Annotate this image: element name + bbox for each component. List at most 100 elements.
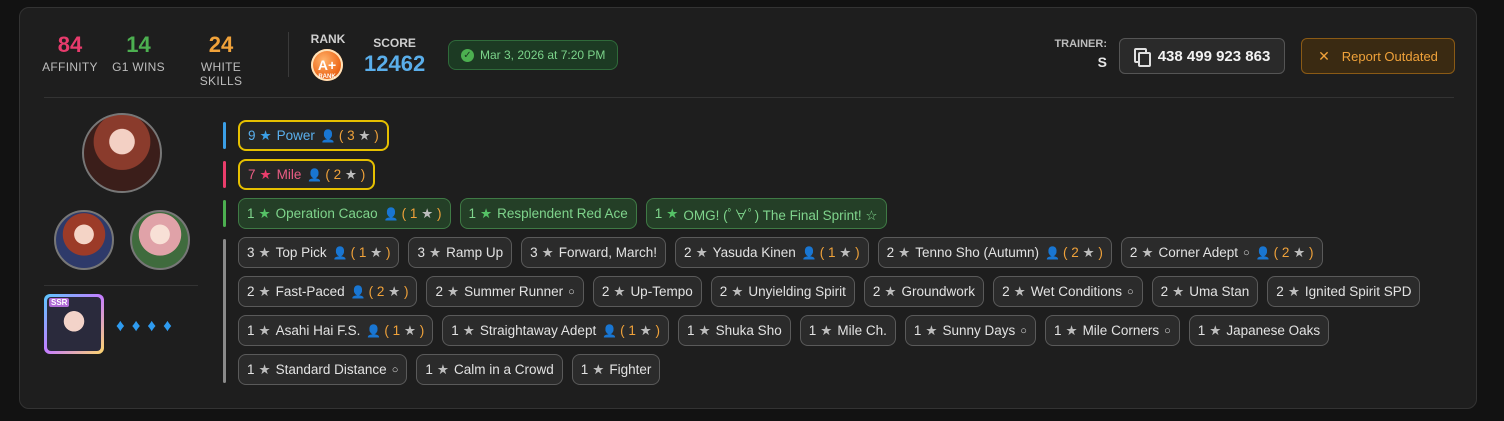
copy-trainer-id-button[interactable]: 438 499 923 863 — [1119, 38, 1285, 74]
support-card-image[interactable]: SSR — [44, 294, 104, 354]
score-value: 12462 — [364, 51, 426, 76]
parent-avatar-2[interactable] — [130, 210, 190, 270]
person-icon: 👤 — [602, 323, 618, 338]
star-icon: ★ — [447, 283, 460, 299]
parent-spark-count: ( 1 ★ ) — [819, 244, 860, 260]
spark-name: OMG! (ﾟ∀ﾟ) The Final Sprint! ☆ — [683, 207, 878, 223]
spark-chip[interactable]: 2 ★ Tenno Sho (Autumn) 👤( 2 ★ ) — [877, 237, 1112, 268]
star-icon: ★ — [1141, 244, 1154, 260]
spark-name: Unyielding Spirit — [748, 284, 846, 299]
spark-name: Tenno Sho (Autumn) — [915, 245, 1040, 260]
spark-chip[interactable]: 2 ★ Corner Adept ○ 👤( 2 ★ ) — [1120, 237, 1323, 268]
spark-chip[interactable]: 1 ★ Operation Cacao 👤( 1 ★ ) — [238, 198, 451, 229]
spark-stars-count: 2 — [719, 284, 728, 299]
parent-spark-count: ( 2 ★ ) — [1062, 244, 1103, 260]
spark-stars-count: 1 — [247, 206, 255, 221]
star-icon: ★ — [258, 322, 271, 338]
spark-stars-count: 2 — [1160, 284, 1169, 299]
check-circle-icon: ✓ — [461, 48, 474, 62]
star-icon: ★ — [421, 205, 434, 221]
spark-chip[interactable]: 1 ★ Asahi Hai F.S. 👤( 1 ★ ) — [238, 315, 434, 346]
limit-break-diamonds: ♦ ♦ ♦ ♦ — [116, 316, 172, 336]
white-skills-value: 24 — [208, 32, 234, 57]
circle-icon: ○ — [1126, 285, 1134, 298]
spark-name: Fighter — [609, 362, 652, 377]
report-outdated-button[interactable]: ✕ Report Outdated — [1301, 38, 1455, 74]
card-header: 84 AFFINITY 14 G1 WINS 24 WHITE SKILLS R… — [20, 8, 1476, 98]
parent-spark-count: ( 2 ★ ) — [1273, 244, 1314, 260]
spark-chip[interactable]: 3 ★ Ramp Up — [408, 237, 513, 268]
spark-chip[interactable]: 2 ★ Summer Runner ○ — [426, 276, 584, 307]
spark-chip[interactable]: 1 ★ Standard Distance ○ — [238, 354, 408, 385]
spark-name: Operation Cacao — [275, 206, 378, 221]
spark-chip[interactable]: 1 ★ Sunny Days ○ — [904, 315, 1036, 346]
spark-chip[interactable]: 2 ★ Ignited Spirit SPD — [1267, 276, 1421, 307]
diamond-icon: ♦ — [131, 316, 141, 335]
spark-name: Corner Adept — [1158, 245, 1239, 260]
person-icon: 👤 — [1255, 245, 1271, 260]
spark-chip[interactable]: 1 ★ Japanese Oaks — [1188, 315, 1330, 346]
spark-stars-count: 3 — [417, 245, 425, 260]
spark-stars-count: 1 — [1197, 323, 1206, 338]
spark-chip[interactable]: 2 ★ Fast-Paced 👤( 2 ★ ) — [238, 276, 418, 307]
spark-stars-count: 2 — [1002, 284, 1010, 299]
parent-spark-count: ( 2 ★ ) — [325, 166, 366, 182]
star-icon: ★ — [403, 322, 416, 338]
spark-stars-count: 3 — [530, 245, 538, 260]
parent-avatar-1[interactable] — [54, 210, 114, 270]
spark-chip[interactable]: 7 ★ Mile 👤( 2 ★ ) — [238, 159, 376, 190]
spark-chip[interactable]: 2 ★ Uma Stan — [1151, 276, 1259, 307]
main-character-avatar[interactable] — [82, 113, 162, 193]
spark-chip[interactable]: 2 ★ Yasuda Kinen 👤( 1 ★ ) — [675, 237, 869, 268]
spark-stars-count: 2 — [1276, 284, 1284, 299]
spark-chip[interactable]: 1 ★ Shuka Sho — [678, 315, 791, 346]
spark-name: Ramp Up — [446, 245, 504, 260]
spark-stars-count: 3 — [247, 245, 255, 260]
header-divider — [288, 32, 289, 77]
spark-chip[interactable]: 2 ★ Up-Tempo — [592, 276, 702, 307]
affinity-label: AFFINITY — [42, 60, 98, 74]
spark-chip[interactable]: 3 ★ Forward, March! — [521, 237, 667, 268]
spark-row: 1 ★ Operation Cacao 👤( 1 ★ ) 1 ★ Resplendent R… — [223, 198, 1463, 229]
spark-name: Uma Stan — [1189, 284, 1250, 299]
spark-stars-count: 1 — [468, 206, 477, 221]
spark-name: Straightaway Adept — [479, 323, 597, 338]
report-outdated-label: Report Outdated — [1341, 48, 1438, 64]
star-icon: ★ — [259, 166, 272, 182]
spark-chip[interactable]: 2 ★ Unyielding Spirit — [710, 276, 855, 307]
spark-stars-count: 1 — [913, 323, 922, 338]
spark-name: Top Pick — [275, 245, 327, 260]
person-icon: 👤 — [320, 128, 336, 143]
spark-name: Groundwork — [901, 284, 976, 299]
g1-wins-stat: 14 G1 WINS — [111, 32, 166, 74]
star-icon: ★ — [1209, 322, 1222, 338]
spark-chip[interactable]: 1 ★ Calm in a Crowd — [416, 354, 563, 385]
spark-chip[interactable]: 1 ★ Fighter — [571, 354, 661, 385]
spark-name: Ignited Spirit SPD — [1304, 284, 1412, 299]
spark-stars-count: 2 — [601, 284, 610, 299]
trainer-label: TRAINER: — [1054, 38, 1107, 50]
spark-name: Mile Corners — [1082, 323, 1160, 338]
spark-chip[interactable]: 1 ★ Straightaway Adept 👤( 1 ★ ) — [442, 315, 670, 346]
spark-chip[interactable]: 1 ★ Resplendent Red Ace — [459, 198, 637, 229]
spark-chip[interactable]: 9 ★ Power 👤( 3 ★ ) — [238, 120, 389, 151]
person-icon: 👤 — [801, 245, 817, 260]
spark-chip[interactable]: 1 ★ OMG! (ﾟ∀ﾟ) The Final Sprint! ☆ — [645, 198, 887, 229]
spark-chip[interactable]: 3 ★ Top Pick 👤( 1 ★ ) — [238, 237, 400, 268]
spark-chip[interactable]: 1 ★ Mile Corners ○ — [1044, 315, 1180, 346]
star-icon: ★ — [1172, 283, 1185, 299]
spark-name: Calm in a Crowd — [453, 362, 554, 377]
spark-name: Power — [276, 128, 315, 143]
star-icon: ★ — [731, 283, 744, 299]
rank-badge-subtext: RANK — [318, 74, 336, 80]
parent-spark-count: ( 3 ★ ) — [338, 127, 379, 143]
rank-badge-icon: A+ RANK — [311, 49, 343, 81]
spark-chip[interactable]: 2 ★ Wet Conditions ○ — [993, 276, 1143, 307]
star-icon: ★ — [666, 205, 679, 221]
spark-chip[interactable]: 1 ★ Mile Ch. — [799, 315, 896, 346]
report-person-icon: ✕ — [1318, 47, 1330, 64]
spark-stars-count: 2 — [872, 284, 881, 299]
spark-name: Resplendent Red Ace — [497, 206, 628, 221]
spark-chip[interactable]: 2 ★ Groundwork — [863, 276, 985, 307]
score-label: SCORE — [373, 36, 416, 50]
